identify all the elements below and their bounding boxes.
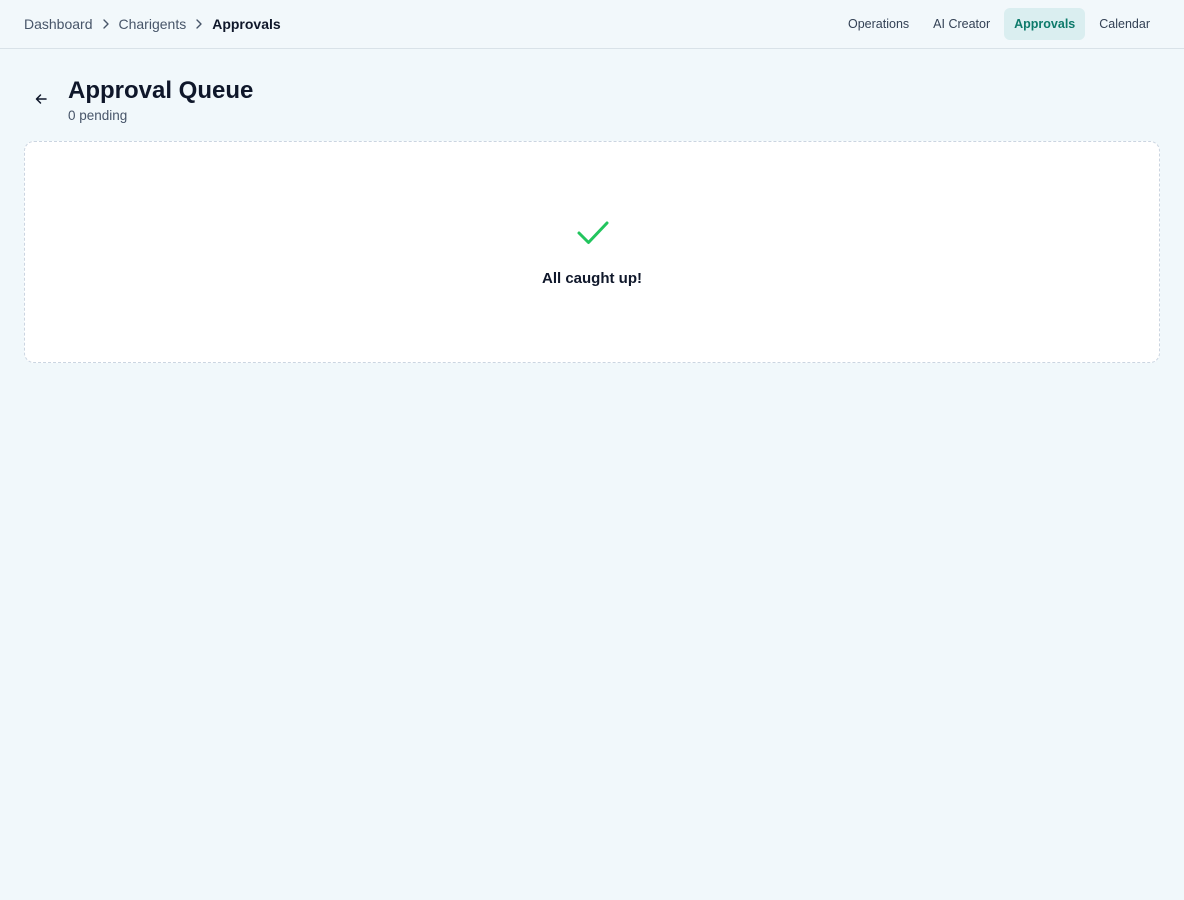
empty-state-message: All caught up! bbox=[542, 270, 642, 287]
chevron-right-icon bbox=[93, 16, 119, 32]
nav-item-approvals[interactable]: Approvals bbox=[1004, 8, 1086, 40]
page-title: Approval Queue bbox=[68, 77, 254, 104]
breadcrumb-dashboard[interactable]: Dashboard bbox=[24, 16, 93, 32]
breadcrumb-approvals: Approvals bbox=[212, 16, 281, 32]
page-header: Approval Queue 0 pending bbox=[24, 76, 624, 126]
back-button[interactable] bbox=[30, 88, 52, 110]
empty-state-card: All caught up! bbox=[24, 141, 1160, 363]
check-icon bbox=[577, 221, 609, 244]
pending-count: 0 pending bbox=[68, 108, 128, 123]
breadcrumb-charigents[interactable]: Charigents bbox=[119, 16, 187, 32]
breadcrumb: Dashboard Charigents Approvals bbox=[24, 0, 281, 48]
top-bar: Dashboard Charigents Approvals Operation… bbox=[0, 0, 1184, 49]
nav-item-operations[interactable]: Operations bbox=[838, 8, 919, 40]
chevron-right-icon bbox=[186, 16, 212, 32]
arrow-left-icon bbox=[35, 94, 47, 104]
nav-item-ai-creator[interactable]: AI Creator bbox=[923, 8, 1000, 40]
top-nav: Operations AI Creator Approvals Calendar bbox=[838, 8, 1160, 40]
nav-item-calendar[interactable]: Calendar bbox=[1089, 8, 1160, 40]
